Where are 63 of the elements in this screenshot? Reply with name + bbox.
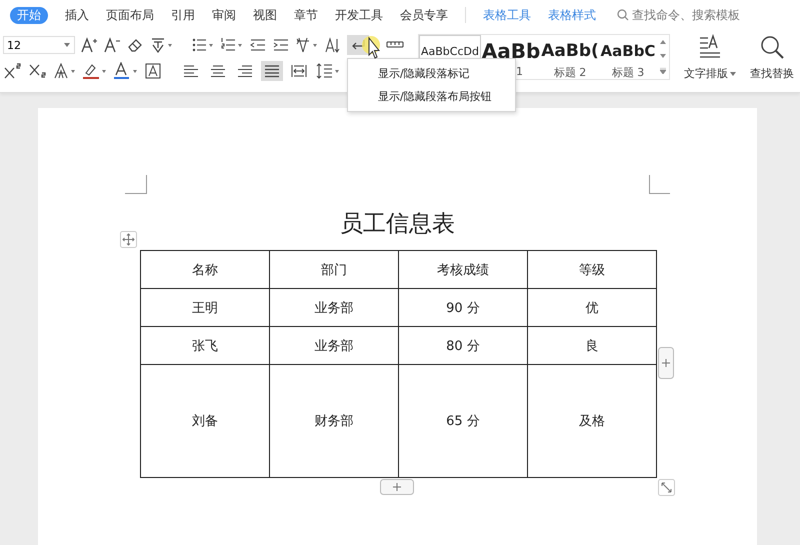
column-header: 名称	[140, 250, 270, 288]
caret-icon	[64, 43, 70, 47]
font-color-icon[interactable]	[113, 62, 139, 80]
sort-icon[interactable]	[324, 36, 342, 54]
line-spacing-icon[interactable]	[315, 62, 341, 80]
font-size-field[interactable]: 12	[3, 36, 75, 54]
expand-icon[interactable]	[660, 68, 666, 74]
shrink-font-icon[interactable]	[103, 36, 121, 54]
scroll-up-icon[interactable]	[660, 40, 666, 44]
menu-tab[interactable]: 表格工具	[483, 6, 531, 24]
search-icon	[759, 34, 785, 60]
style-preset[interactable]: AaBbC 标题 3	[599, 35, 657, 79]
menu-item[interactable]: 显示/隐藏段落布局按钮	[348, 85, 515, 108]
table-cell: 业务部	[270, 326, 398, 364]
table-cell: 80 分	[398, 326, 528, 364]
menu-tab[interactable]: 页面布局	[106, 6, 154, 24]
resize-handle-icon[interactable]	[658, 479, 675, 496]
menu-tab[interactable]: 审阅	[212, 6, 236, 24]
menu-tab[interactable]: 引用	[171, 6, 195, 24]
table-cell: 张飞	[140, 326, 270, 364]
search-field[interactable]: 查找命令、搜索模板	[617, 8, 762, 22]
column-header: 部门	[270, 250, 398, 288]
table-cell: 及格	[528, 364, 656, 478]
style-label: 1	[516, 65, 523, 78]
grow-font-icon[interactable]	[80, 36, 98, 54]
table-cell: 王明	[140, 288, 270, 326]
style-label: 标题 3	[612, 65, 644, 79]
superscript-icon[interactable]	[3, 62, 23, 80]
corner-mark	[649, 175, 670, 194]
document-title: 员工信息表	[339, 210, 456, 238]
menu-tab[interactable]: 视图	[253, 6, 277, 24]
add-column-icon[interactable]	[658, 347, 674, 379]
style-label: 标题 2	[554, 65, 586, 79]
find-replace-button[interactable]: 查找替换	[750, 30, 794, 92]
menu-tab[interactable]: 开发工具	[335, 6, 383, 24]
add-row-icon[interactable]	[380, 479, 414, 495]
corner-mark	[125, 175, 147, 194]
menu-tab[interactable]: 章节	[294, 6, 318, 24]
column-header: 考核成绩	[398, 250, 528, 288]
bullet-list-icon[interactable]	[191, 36, 215, 54]
scroll-down-icon[interactable]	[660, 54, 666, 58]
menu-tab[interactable]: 表格样式	[548, 6, 596, 24]
table-cell: 优	[528, 288, 656, 326]
table-cell: 良	[528, 326, 656, 364]
subscript-icon[interactable]	[28, 62, 48, 80]
justify-button[interactable]	[261, 61, 283, 81]
text-layout-button[interactable]: 文字排版	[684, 30, 736, 92]
table-cell: 财务部	[270, 364, 398, 478]
menu-tab[interactable]: 插入	[65, 6, 89, 24]
table-cell: 65 分	[398, 364, 528, 478]
column-header: 等级	[528, 250, 656, 288]
text-layout-icon	[697, 34, 723, 60]
menu-tab[interactable]: 会员专享	[400, 6, 448, 24]
move-handle-icon[interactable]	[120, 231, 137, 248]
table-cell: 刘备	[140, 364, 270, 478]
table-cell: 90 分	[398, 288, 528, 326]
table-cell: 业务部	[270, 288, 398, 326]
highlighter-icon[interactable]	[82, 62, 108, 80]
text-effect-icon[interactable]	[53, 62, 77, 80]
search-icon	[617, 9, 629, 21]
style-preset[interactable]: AaBb( 标题 2	[541, 35, 599, 79]
character-border-icon[interactable]	[144, 62, 162, 80]
caret-icon	[730, 72, 736, 76]
